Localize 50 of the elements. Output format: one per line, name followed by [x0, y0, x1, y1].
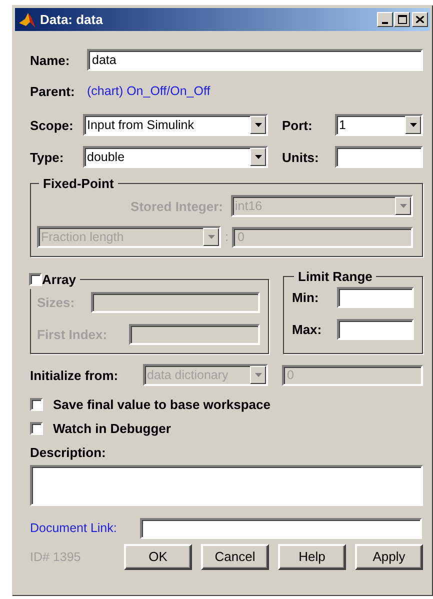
apply-button[interactable]: Apply — [355, 544, 423, 570]
ok-button[interactable]: OK — [124, 544, 192, 570]
minimize-icon — [382, 22, 388, 24]
caret-icon — [208, 235, 214, 239]
separator-text: : — [225, 230, 228, 244]
description-field[interactable] — [30, 465, 423, 506]
cancel-button[interactable]: Cancel — [201, 544, 269, 570]
document-link[interactable]: Document Link: — [30, 521, 140, 535]
caret-icon — [254, 155, 262, 159]
name-field[interactable]: data — [87, 49, 423, 71]
first-index-field[interactable] — [129, 324, 260, 344]
field-label: Parent: — [30, 84, 76, 98]
help-button[interactable]: Help — [278, 544, 346, 570]
max-field[interactable] — [337, 318, 414, 340]
checkbox[interactable] — [29, 272, 42, 286]
checkbox[interactable] — [30, 398, 43, 410]
min-field[interactable] — [337, 286, 414, 308]
group-title: Fixed-Point — [43, 176, 114, 191]
field-label: Min: — [292, 290, 320, 304]
group-title: Limit Range — [298, 269, 372, 284]
group-title: Array — [42, 272, 76, 286]
description-label: Description: — [30, 444, 106, 460]
document-link-field[interactable] — [140, 518, 422, 538]
checkbox-label: Save final value to base workspace — [53, 396, 270, 412]
app-icon — [18, 10, 36, 28]
field-label: Port: — [282, 118, 314, 132]
maximize-button[interactable] — [394, 12, 410, 27]
caret-icon — [254, 123, 262, 127]
maximize-icon — [398, 15, 406, 24]
type-dropdown[interactable]: double — [83, 146, 268, 168]
scope-dropdown[interactable]: Input from Simulink — [83, 114, 268, 136]
field-label: Type: — [30, 150, 65, 164]
window-title: Data: data — [40, 12, 104, 27]
caret-icon — [254, 373, 262, 377]
field-label: Max: — [292, 322, 323, 336]
caret-icon — [400, 204, 406, 208]
parent-link[interactable]: (chart) On_Off/On_Off — [87, 84, 210, 98]
field-label: Name: — [30, 52, 71, 68]
checkbox-label: Watch in Debugger — [53, 420, 171, 436]
minimize-button[interactable] — [377, 12, 393, 27]
close-button[interactable] — [412, 12, 428, 27]
field-label: Units: — [282, 150, 320, 164]
port-dropdown[interactable]: 1 — [335, 114, 423, 136]
units-field[interactable] — [335, 146, 423, 168]
field-label: Scope: — [30, 118, 74, 132]
caret-icon — [410, 123, 416, 127]
checkbox[interactable] — [30, 422, 43, 434]
close-icon — [416, 16, 424, 23]
sizes-field[interactable] — [91, 292, 260, 312]
field-label: Initialize from: — [30, 368, 120, 382]
